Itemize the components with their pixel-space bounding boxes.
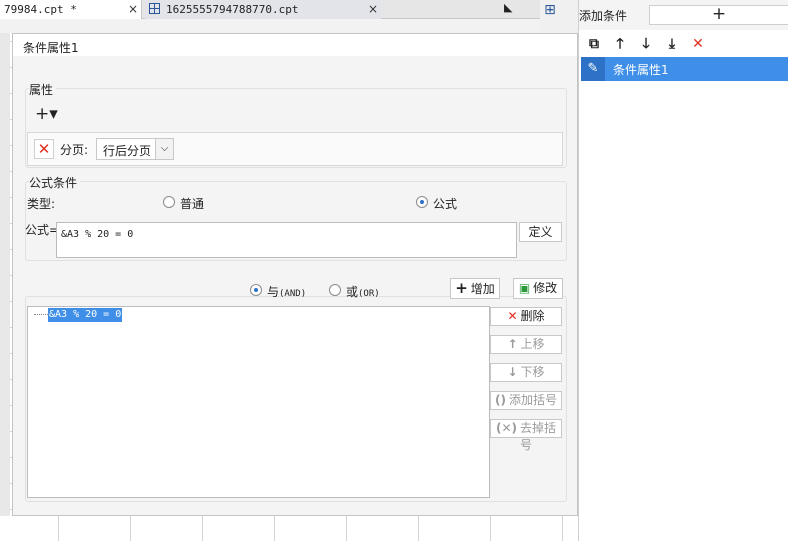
normal-radio[interactable]: [163, 196, 175, 208]
delete-label: 删除: [520, 309, 545, 323]
editor-tab-2[interactable]: 1625555794788770.cpt: [145, 0, 381, 19]
attribute-row: ✕ 分页: 行后分页 ⌵: [27, 132, 563, 166]
close-icon[interactable]: ×: [128, 0, 138, 19]
row-header: [0, 33, 10, 541]
move-down-label: 下移: [520, 365, 545, 379]
close-icon[interactable]: ×: [368, 0, 378, 19]
editor-toolbar: [0, 19, 540, 33]
add-button[interactable]: + 增加: [450, 278, 500, 299]
type-label: 类型:: [27, 197, 56, 211]
condition-panel-header: 添加条件 +: [579, 0, 788, 30]
tree-line: [34, 314, 48, 315]
tab-label: 1625555794788770.cpt: [166, 3, 299, 16]
add-attribute-button[interactable]: +▾: [35, 104, 65, 126]
select-value: 行后分页: [103, 144, 152, 158]
arrow-down-icon[interactable]: 🡓: [636, 34, 656, 54]
move-down-button[interactable]: ↓ 下移: [490, 363, 562, 382]
condition-label: 条件属性1: [613, 63, 669, 77]
formula-section-label: 公式条件: [29, 174, 81, 191]
attribute-section-label: 属性: [29, 81, 57, 98]
sheet-icon: [149, 3, 160, 14]
formula-field-label: 公式=: [25, 223, 60, 237]
chevron-down-icon[interactable]: ⌵: [155, 139, 173, 159]
editor-tab-1[interactable]: 79984.cpt *: [0, 0, 142, 19]
dialog-title: 条件属性1: [23, 41, 79, 55]
panel-toolbar: ⧉ 🡑 🡓 ⤓ ✕: [579, 32, 788, 56]
modify-label: 修改: [533, 281, 558, 295]
and-radio[interactable]: [250, 284, 262, 296]
arrow-up-icon[interactable]: 🡑: [610, 34, 630, 54]
and-radio-label[interactable]: 与(AND): [267, 283, 306, 300]
editor-tab-bar: 79984.cpt * × 1625555794788770.cpt × ◣: [0, 0, 540, 19]
normal-radio-label[interactable]: 普通: [180, 195, 204, 212]
dialog-body: 属性 +▾ ✕ 分页: 行后分页 ⌵ 公式条件 类型: 普通 公式 公式= &A…: [13, 56, 577, 515]
condition-list-item[interactable]: ✎ 条件属性1: [581, 57, 788, 81]
remove-bracket-icon: (✕): [495, 421, 517, 435]
or-radio[interactable]: [329, 284, 341, 296]
move-bottom-icon[interactable]: ⤓: [662, 34, 682, 54]
move-up-label: 上移: [520, 337, 545, 351]
delete-icon: ✕: [507, 309, 518, 323]
page-break-select[interactable]: 行后分页 ⌵: [96, 138, 174, 160]
or-radio-label[interactable]: 或(OR): [346, 283, 380, 300]
tab-menu-icon[interactable]: ◣: [504, 1, 512, 14]
delete-button[interactable]: ✕ 删除: [490, 307, 562, 326]
modify-button[interactable]: ▣ 修改: [513, 278, 563, 299]
add-bracket-label: 添加括号: [508, 393, 557, 407]
arrow-down-icon: ↓: [507, 365, 518, 379]
remove-bracket-button[interactable]: (✕) 去掉括号: [490, 419, 562, 452]
copy-icon[interactable]: ⧉: [584, 34, 604, 54]
define-button[interactable]: 定义: [519, 222, 562, 242]
delete-icon[interactable]: ✕: [688, 34, 708, 54]
condition-list[interactable]: &A3 % 20 = 0: [27, 306, 490, 498]
add-label: 增加: [470, 282, 495, 296]
tab-label: 79984.cpt *: [4, 3, 77, 16]
attribute-name: 分页:: [60, 143, 89, 157]
condition-panel: 添加条件 + ⧉ 🡑 🡓 ⤓ ✕ ✎ 条件属性1: [578, 0, 788, 541]
and-label: 与: [267, 285, 280, 299]
arrow-up-icon: ↑: [507, 337, 518, 351]
delete-attribute-icon[interactable]: ✕: [34, 139, 54, 159]
condition-attribute-dialog: 条件属性1 属性 +▾ ✕ 分页: 行后分页 ⌵ 公式条件 类型: 普通 公式 …: [12, 33, 578, 516]
move-up-button[interactable]: ↑ 上移: [490, 335, 562, 354]
formula-radio-label[interactable]: 公式: [433, 195, 457, 212]
formula-input[interactable]: &A3 % 20 = 0: [56, 222, 517, 258]
panel-title: 添加条件: [579, 9, 628, 23]
formula-radio[interactable]: [416, 196, 428, 208]
edit-icon: ▣: [518, 281, 531, 295]
add-bracket-button[interactable]: () 添加括号: [490, 391, 562, 410]
add-condition-button[interactable]: +: [649, 5, 788, 25]
or-label: 或: [346, 285, 359, 299]
pencil-icon: ✎: [581, 57, 605, 81]
condition-item[interactable]: &A3 % 20 = 0: [48, 308, 123, 322]
and-code: (AND): [279, 289, 307, 299]
spreadsheet-grid-bottom: [0, 516, 578, 541]
plus-icon: +: [455, 279, 468, 297]
or-code: (OR): [358, 289, 380, 299]
bracket-icon: (): [495, 393, 506, 407]
panel-toggle-icon[interactable]: ⊞: [538, 0, 562, 20]
